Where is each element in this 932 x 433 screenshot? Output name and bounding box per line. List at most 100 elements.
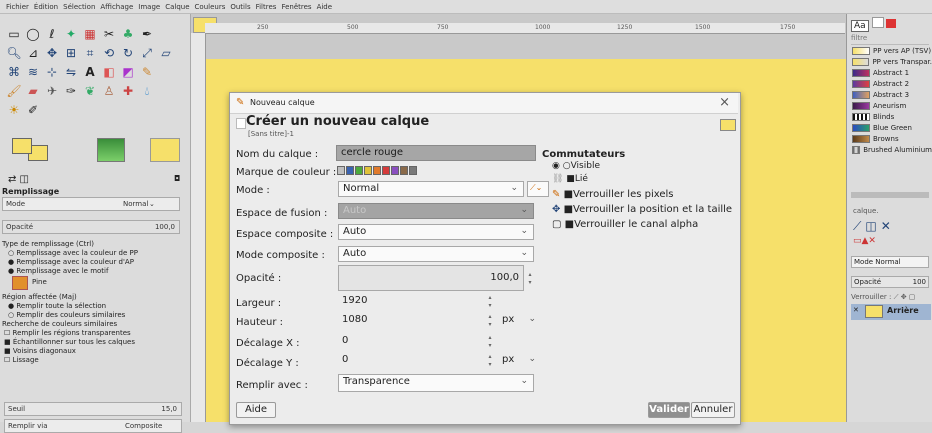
gradient-item[interactable]: Aneurism xyxy=(852,101,932,111)
mode-select[interactable]: Mode Normal ⌄ xyxy=(2,197,180,211)
zoom-icon[interactable]: 🔍︎ xyxy=(6,45,22,61)
color-tag-button[interactable] xyxy=(400,166,408,175)
layer-visibility-icon[interactable]: ✕ xyxy=(853,306,859,314)
gradient-item[interactable]: Blue Green xyxy=(852,123,932,133)
offset-x-spinner[interactable]: ▴ ▾ xyxy=(486,334,494,350)
free-select-icon[interactable]: ℓ xyxy=(44,26,60,42)
mode-reset-button[interactable]: ⟋⌄ xyxy=(527,181,549,197)
ink-icon[interactable]: ✑ xyxy=(63,83,79,99)
lock-pixels-switch[interactable]: ✎ ■Verrouiller les pixels xyxy=(552,189,674,200)
paintbrush-icon[interactable]: 🖌︎ xyxy=(6,83,22,99)
menu-file[interactable]: Fichier xyxy=(6,3,29,11)
pattern-preview[interactable] xyxy=(97,138,125,162)
airbrush-icon[interactable]: ✈ xyxy=(44,83,60,99)
rotate-icon[interactable]: ↻ xyxy=(120,45,136,61)
fill-pattern-radio[interactable]: ● Remplissage avec le motif xyxy=(8,267,108,275)
menu-layer[interactable]: Calque xyxy=(165,3,189,11)
heal-icon[interactable]: ✚ xyxy=(120,83,136,99)
rect-select-icon[interactable]: ▭ xyxy=(6,26,22,42)
visible-switch[interactable]: ◉ ○Visible xyxy=(552,161,600,171)
foreground-select-icon[interactable]: ♣ xyxy=(120,26,136,42)
paths-icon[interactable]: ✒ xyxy=(139,26,155,42)
layer-opacity[interactable]: Opacité 100 xyxy=(851,276,929,288)
height-input[interactable]: 1080 xyxy=(338,313,484,329)
menu-help[interactable]: Aide xyxy=(317,3,332,11)
fill-with-select[interactable]: Transparence ⌄ xyxy=(338,374,534,392)
composite-space-select[interactable]: Auto ⌄ xyxy=(338,224,534,240)
vertical-ruler[interactable] xyxy=(191,33,206,422)
lock-position-switch[interactable]: ✥ ■Verrouiller la position et la taille xyxy=(552,204,732,215)
eraser-icon[interactable]: ▰ xyxy=(25,83,41,99)
menu-view[interactable]: Affichage xyxy=(100,3,133,11)
scissors-icon[interactable]: ✂ xyxy=(101,26,117,42)
antialias-checkbox[interactable]: ☐ Lissage xyxy=(4,356,39,364)
gradient-item[interactable]: Abstract 1 xyxy=(852,68,932,78)
horizontal-ruler[interactable]: 250 500 750 1000 1250 1500 1750 xyxy=(205,23,845,34)
menu-image[interactable]: Image xyxy=(138,3,160,11)
color-tag-button[interactable] xyxy=(364,166,372,175)
flip-icon[interactable]: ⇋ xyxy=(63,64,79,80)
offset-unit-select[interactable]: px ⌄ xyxy=(498,353,538,369)
bucket-fill-icon[interactable]: ◧ xyxy=(101,64,117,80)
close-icon[interactable]: × xyxy=(719,95,730,110)
text-icon[interactable]: A xyxy=(82,64,98,80)
menu-filters[interactable]: Filtres xyxy=(256,3,277,11)
menu-colors[interactable]: Couleurs xyxy=(195,3,226,11)
fill-by-select[interactable]: Remplir via Composite xyxy=(4,419,182,433)
fill-fg-radio[interactable]: ○ Remplissage avec la couleur de PP xyxy=(8,249,138,257)
color-tag-button[interactable] xyxy=(337,166,345,175)
color-tag-button[interactable] xyxy=(373,166,381,175)
shear-icon[interactable]: ▱ xyxy=(158,45,174,61)
handle-transform-icon[interactable]: ⊹ xyxy=(44,64,60,80)
panel-menu-icon[interactable]: ◘ xyxy=(174,174,180,183)
smudge-icon[interactable]: 💧︎ xyxy=(139,83,155,99)
width-input[interactable]: 1920 xyxy=(338,294,484,310)
ellipse-select-icon[interactable]: ◯ xyxy=(25,26,41,42)
gradient-item[interactable]: PP vers Transpar. xyxy=(852,57,932,67)
layer-mode-select[interactable]: Mode Normal xyxy=(851,256,929,268)
composite-mode-select[interactable]: Auto ⌄ xyxy=(338,246,534,262)
threshold-slider[interactable]: Seuil 15,0 xyxy=(4,402,182,416)
sample-merged-checkbox[interactable]: ■ Échantillonner sur tous les calques xyxy=(4,338,135,346)
menu-select[interactable]: Sélection xyxy=(63,3,95,11)
menu-edit[interactable]: Édition xyxy=(34,3,58,11)
move-icon[interactable]: ✥ xyxy=(44,45,60,61)
blend-space-select[interactable]: Auto ⌄ xyxy=(338,203,534,219)
offset-y-input[interactable]: 0 xyxy=(338,353,484,369)
layer-row[interactable]: ✕ Arrière xyxy=(851,304,931,320)
filter-field[interactable]: filtre xyxy=(851,34,929,45)
by-color-select-icon[interactable]: ▦ xyxy=(82,26,98,42)
ok-button[interactable]: Valider xyxy=(648,402,690,418)
dodge-burn-icon[interactable]: ☀ xyxy=(6,102,22,118)
layers-filter[interactable]: calque. xyxy=(853,207,879,215)
gradient-item[interactable]: Blinds xyxy=(852,112,932,122)
opacity-spinner[interactable]: ▴ ▾ xyxy=(526,271,534,287)
affect-selection-radio[interactable]: ● Remplir toute la sélection xyxy=(8,302,106,310)
pencil-icon[interactable]: ✎ xyxy=(139,64,155,80)
opacity-slider[interactable]: 100,0 xyxy=(338,265,524,291)
gradient-item[interactable]: Browns xyxy=(852,134,932,144)
cage-icon[interactable]: ⌘ xyxy=(6,64,22,80)
fuzzy-select-icon[interactable]: ✦ xyxy=(63,26,79,42)
transparent-checkbox[interactable]: ☐ Remplir les régions transparentes xyxy=(4,329,131,337)
menu-windows[interactable]: Fenêtres xyxy=(281,3,311,11)
color-tag-buttons[interactable] xyxy=(337,166,417,176)
diagonal-checkbox[interactable]: ■ Voisins diagonaux xyxy=(4,347,76,355)
clone-icon[interactable]: ♙ xyxy=(101,83,117,99)
offset-x-input[interactable]: 0 xyxy=(338,334,484,350)
color-tag-button[interactable] xyxy=(346,166,354,175)
linked-switch[interactable]: ⛓ ■Lié xyxy=(552,174,588,184)
size-unit-select[interactable]: px ⌄ xyxy=(498,313,538,329)
gradient-item[interactable]: Abstract 3 xyxy=(852,90,932,100)
gradients-tab-icon[interactable] xyxy=(886,19,897,28)
width-spinner[interactable]: ▴ ▾ xyxy=(486,294,494,310)
color-tag-button[interactable] xyxy=(382,166,390,175)
fill-bg-radio[interactable]: ● Remplissage avec la couleur d'AP xyxy=(8,258,134,266)
warp-icon[interactable]: ≋ xyxy=(25,64,41,80)
opacity-slider[interactable]: Opacité 100,0 xyxy=(2,220,180,234)
scale-icon[interactable]: ⤢ xyxy=(139,45,155,61)
menu-tools[interactable]: Outils xyxy=(230,3,250,11)
brushes-tab-icon[interactable] xyxy=(871,17,884,28)
cancel-button[interactable]: Annuler xyxy=(691,402,735,418)
unified-transform-icon[interactable]: ⟲ xyxy=(101,45,117,61)
